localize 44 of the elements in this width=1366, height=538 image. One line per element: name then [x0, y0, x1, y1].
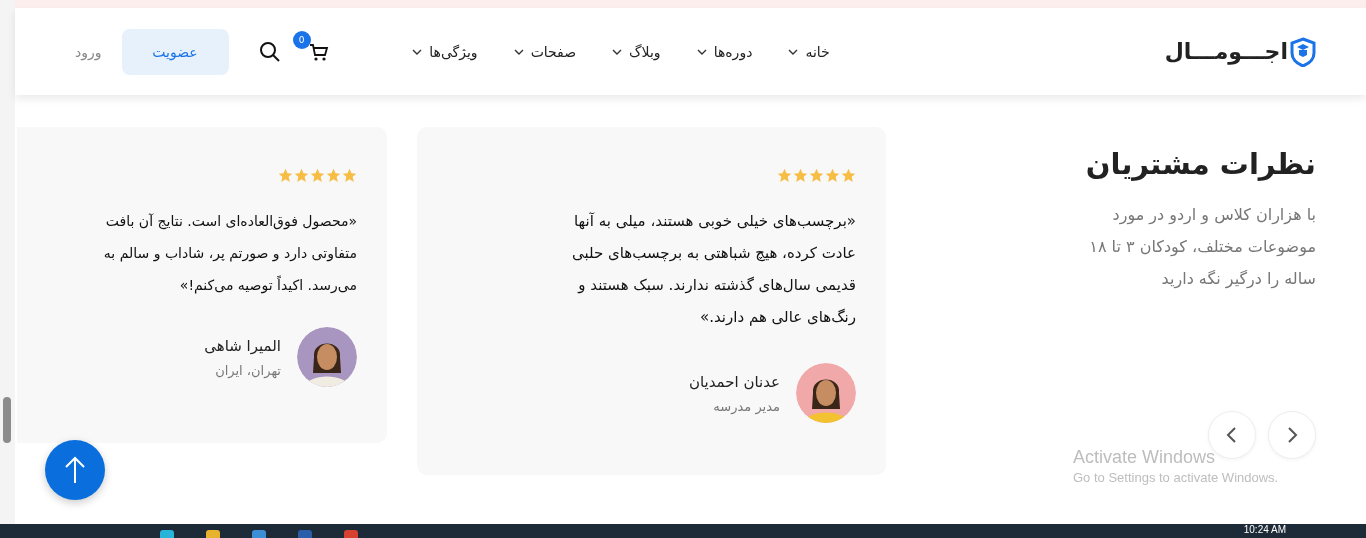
nav-link[interactable]: وبلاگ	[612, 43, 661, 60]
caret-icon	[412, 48, 423, 55]
activation-notice-text: Go to Settings to activate Windows.	[1073, 470, 1279, 485]
cart-count-badge: 0	[292, 30, 311, 49]
star-icon	[841, 168, 856, 183]
author-name: عدنان احمدیان	[688, 372, 780, 391]
star-icon	[278, 168, 293, 183]
chevron-right-icon	[1286, 426, 1298, 444]
arrow-up-icon	[64, 455, 86, 485]
cart-icon[interactable]	[308, 41, 329, 62]
testimonial-quote: «برچسب‌های خیلی خوبی هستند، میلی به آنها عادت کرده، هیچ شباهتی به برچسب‌های حلبی قدیمی سال‌های گذشته ندارند. سبک هستند و رنگ‌های عالی هم دارند.»	[571, 211, 856, 328]
star-icon	[326, 168, 341, 183]
testimonial-quote: «محصول فوق‌العاده‌ای است. نتایج آن بافت متفاوتی دارد و صورتم پر، شاداب و سالم به می‌رسد. اکیداً توصیه می‌کنم!»	[102, 212, 357, 296]
login-link[interactable]: ورود	[75, 43, 102, 60]
caret-icon	[612, 48, 623, 55]
next-arrow-button[interactable]	[1268, 411, 1316, 459]
nav-link[interactable]: ویژگی‌ها	[412, 43, 478, 60]
shield-logo-icon	[1290, 36, 1316, 67]
nav-link[interactable]: دوره‌ها	[696, 43, 753, 60]
section-title: نظرات مشتریان	[1084, 147, 1316, 181]
star-icon	[825, 168, 840, 183]
caret-icon	[696, 48, 707, 55]
caret-icon	[788, 48, 799, 55]
author-role: تهران، ایران	[214, 362, 281, 378]
star-icon	[310, 168, 325, 183]
scroll-to-top-button[interactable]	[45, 440, 105, 500]
caret-icon	[513, 48, 524, 55]
scrollbar-thumb[interactable]	[3, 397, 11, 443]
star-icon	[294, 168, 309, 183]
taskbar-clock: 10:24 AM	[1243, 524, 1286, 536]
author-role: مدیر مدرسه	[712, 398, 780, 414]
star-icon	[777, 168, 792, 183]
star-icon	[809, 168, 824, 183]
star-icon	[793, 168, 808, 183]
nav-link[interactable]: خانه	[788, 43, 830, 60]
chevron-left-icon	[1226, 426, 1238, 444]
author-name: المیرا شاهی	[204, 336, 281, 355]
logo-text[interactable]: اجـــومـــال	[1164, 39, 1288, 64]
nav-link[interactable]: صفحات	[513, 43, 577, 60]
signup-button[interactable]: عضویت	[121, 28, 229, 75]
section-description: با هزاران کلاس و اردو در مورد موضوعات مختلف، کودکان ۳ تا ۱۸ ساله را درگیر نگه دارید	[1088, 204, 1316, 291]
search-icon[interactable]	[258, 40, 281, 63]
activation-notice-title: Activate Windows	[1073, 447, 1217, 468]
star-icon	[342, 168, 357, 183]
